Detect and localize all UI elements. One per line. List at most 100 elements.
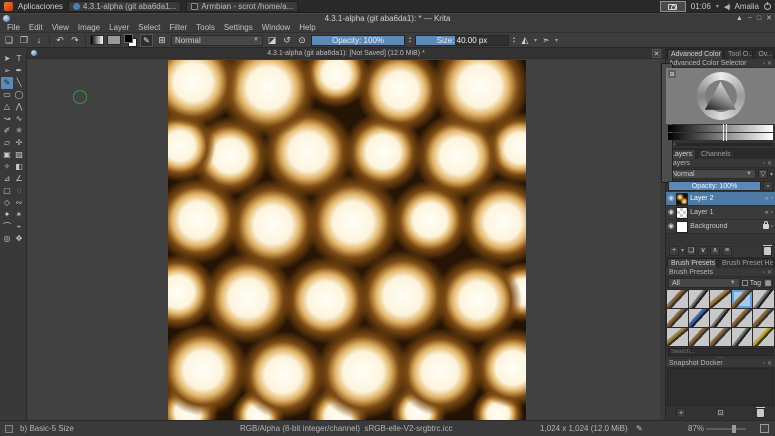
maximize-window-button[interactable]: □: [757, 14, 761, 23]
filter-caret-icon[interactable]: ▾: [770, 171, 773, 178]
menu-item[interactable]: Filter: [169, 23, 187, 32]
tool-select-shapes[interactable]: ➤: [1, 53, 13, 65]
lock-icon[interactable]: [763, 224, 769, 229]
stylus-icon[interactable]: ✎: [636, 424, 643, 433]
zoom-level-label[interactable]: 87%: [688, 424, 704, 433]
mirror-options-caret-icon[interactable]: ▾: [534, 37, 537, 44]
menu-item[interactable]: File: [7, 23, 20, 32]
docker-tab[interactable]: Channels: [697, 149, 735, 159]
layer-thumbnail[interactable]: [676, 207, 688, 219]
alpha-lock-icon[interactable]: ▫: [771, 224, 773, 230]
shade-gradient-slider[interactable]: [668, 133, 773, 140]
tool-rectangle[interactable]: ▭: [1, 89, 13, 101]
delete-layer-button[interactable]: [762, 246, 772, 256]
foreground-background-color-swatch[interactable]: [124, 34, 137, 47]
tag-checkbox[interactable]: [742, 280, 748, 286]
brush-preset-13[interactable]: [710, 328, 731, 346]
docker-tab[interactable]: Brush Presets: [667, 258, 717, 268]
brush-preset-07[interactable]: [689, 309, 710, 327]
selection-display-toggle[interactable]: [5, 425, 13, 433]
menu-item[interactable]: Layer: [109, 23, 129, 32]
brush-preset-09[interactable]: [732, 309, 753, 327]
tool-move[interactable]: ✢: [13, 137, 25, 149]
tool-contiguous-select[interactable]: ✦: [1, 209, 13, 221]
preserve-alpha-icon[interactable]: ⊙: [296, 34, 308, 46]
tool-multibrush[interactable]: ✳: [13, 125, 25, 137]
open-document-icon[interactable]: ❒: [18, 34, 30, 46]
eraser-mode-icon[interactable]: ◪: [266, 34, 278, 46]
color-selector-widget[interactable]: ⊞: [666, 68, 775, 124]
layer-properties-button[interactable]: ≡: [722, 246, 732, 256]
new-document-icon[interactable]: ❏: [3, 34, 15, 46]
subwindow-close-button[interactable]: ✕: [652, 49, 661, 58]
docker-tab[interactable]: Brush Preset History: [718, 258, 774, 268]
canvas-vertical-scrollbar[interactable]: [660, 59, 665, 420]
brush-preset-12[interactable]: [689, 328, 710, 346]
menu-item[interactable]: Select: [138, 23, 160, 32]
brush-preset-04[interactable]: [732, 290, 753, 308]
layer-row-layer-2[interactable]: ◉ Layer 2 ∝ ▫: [666, 192, 775, 206]
close-docker-icon[interactable]: ✕: [767, 61, 772, 67]
tool-rectangular-select[interactable]: ▢: [1, 185, 13, 197]
visibility-eye-icon[interactable]: ◉: [668, 223, 674, 230]
brush-preset-15[interactable]: [753, 328, 774, 346]
tool-bezier-select[interactable]: ⌒: [1, 221, 13, 233]
brush-preset-01[interactable]: [667, 290, 688, 308]
undo-icon[interactable]: ↶: [54, 34, 66, 46]
menu-item[interactable]: Help: [299, 23, 315, 32]
username-label[interactable]: Amalia: [735, 2, 759, 11]
workspace-chooser-icon[interactable]: ⊞: [156, 34, 168, 46]
tool-gradient[interactable]: ▨: [13, 149, 25, 161]
snapshot-list[interactable]: [667, 368, 774, 406]
tool-dynamic-brush[interactable]: ✐: [1, 125, 13, 137]
layer-filter-funnel-icon[interactable]: ▽: [758, 169, 768, 179]
brush-preset-10[interactable]: [753, 309, 774, 327]
menu-item[interactable]: Edit: [29, 23, 43, 32]
subwindow-title-bar[interactable]: 4.3.1-alpha (git aba6da1): [Not Saved] (…: [27, 48, 665, 59]
brush-preset-14[interactable]: [732, 328, 753, 346]
color-mode-label[interactable]: RGB/Alpha (8-bit integer/channel) sRGB-e…: [240, 424, 453, 433]
volume-icon[interactable]: ◀): [724, 3, 730, 11]
duplicate-layer-button[interactable]: ❏: [686, 246, 696, 256]
preset-filter-select[interactable]: All▼: [668, 278, 740, 288]
close-window-button[interactable]: ✕: [766, 14, 772, 23]
window-title-bar[interactable]: 4.3.1-alpha (git aba6da1): * — Krita ▲ −…: [0, 13, 775, 23]
tool-measure[interactable]: ∠: [13, 173, 25, 185]
tool-magnetic-select[interactable]: ⌁: [13, 221, 25, 233]
tool-zoom[interactable]: ◎: [1, 233, 13, 245]
reload-preset-icon[interactable]: ↺: [281, 34, 293, 46]
tool-transform[interactable]: ▱: [1, 137, 13, 149]
brush-preset-11[interactable]: [667, 328, 688, 346]
tool-color-sampler[interactable]: ✧: [1, 161, 13, 173]
taskbar-item-krita[interactable]: 4.3.1-alpha (git aba6da1...: [68, 1, 181, 12]
layer-thumbnail[interactable]: [676, 221, 688, 233]
layer-style-button[interactable]: ▫: [763, 181, 773, 191]
add-layer-caret-icon[interactable]: ▾: [681, 247, 684, 254]
opacity-stepper[interactable]: ▲▼: [408, 36, 412, 44]
menu-item[interactable]: Settings: [224, 23, 253, 32]
distro-logo-icon[interactable]: [4, 2, 13, 11]
layer-thumbnail[interactable]: [676, 193, 688, 205]
docker-tab[interactable]: Tool O...: [724, 49, 753, 59]
layer-row-background[interactable]: ◉ Background ▫: [666, 220, 775, 234]
alpha-lock-icon[interactable]: ▫: [771, 196, 773, 202]
alpha-lock-icon[interactable]: ▫: [771, 210, 773, 216]
display-mode-icon[interactable]: ▦: [763, 278, 773, 288]
menu-item[interactable]: Tools: [196, 23, 215, 32]
horizontal-mirror-icon[interactable]: ◭: [519, 34, 531, 46]
float-docker-icon[interactable]: ▫: [763, 61, 765, 67]
color-history-strip[interactable]: [677, 143, 773, 146]
pattern-chooser-button[interactable]: [107, 35, 121, 45]
clock[interactable]: 01:06: [691, 2, 711, 11]
close-docker-icon[interactable]: ✕: [767, 270, 772, 276]
move-layer-down-button[interactable]: ∨: [698, 246, 708, 256]
move-layer-up-button[interactable]: ∧: [710, 246, 720, 256]
float-docker-icon[interactable]: ▫: [763, 270, 765, 276]
save-document-icon[interactable]: ↓: [33, 34, 45, 46]
inherit-alpha-icon[interactable]: ∝: [765, 209, 769, 216]
layer-opacity-slider[interactable]: Opacity: 100%: [668, 181, 761, 191]
minimize-window-button[interactable]: −: [748, 14, 752, 23]
menu-item[interactable]: View: [52, 23, 69, 32]
tool-freehand-brush[interactable]: ✎: [1, 77, 13, 89]
tool-fill[interactable]: ◧: [13, 161, 25, 173]
